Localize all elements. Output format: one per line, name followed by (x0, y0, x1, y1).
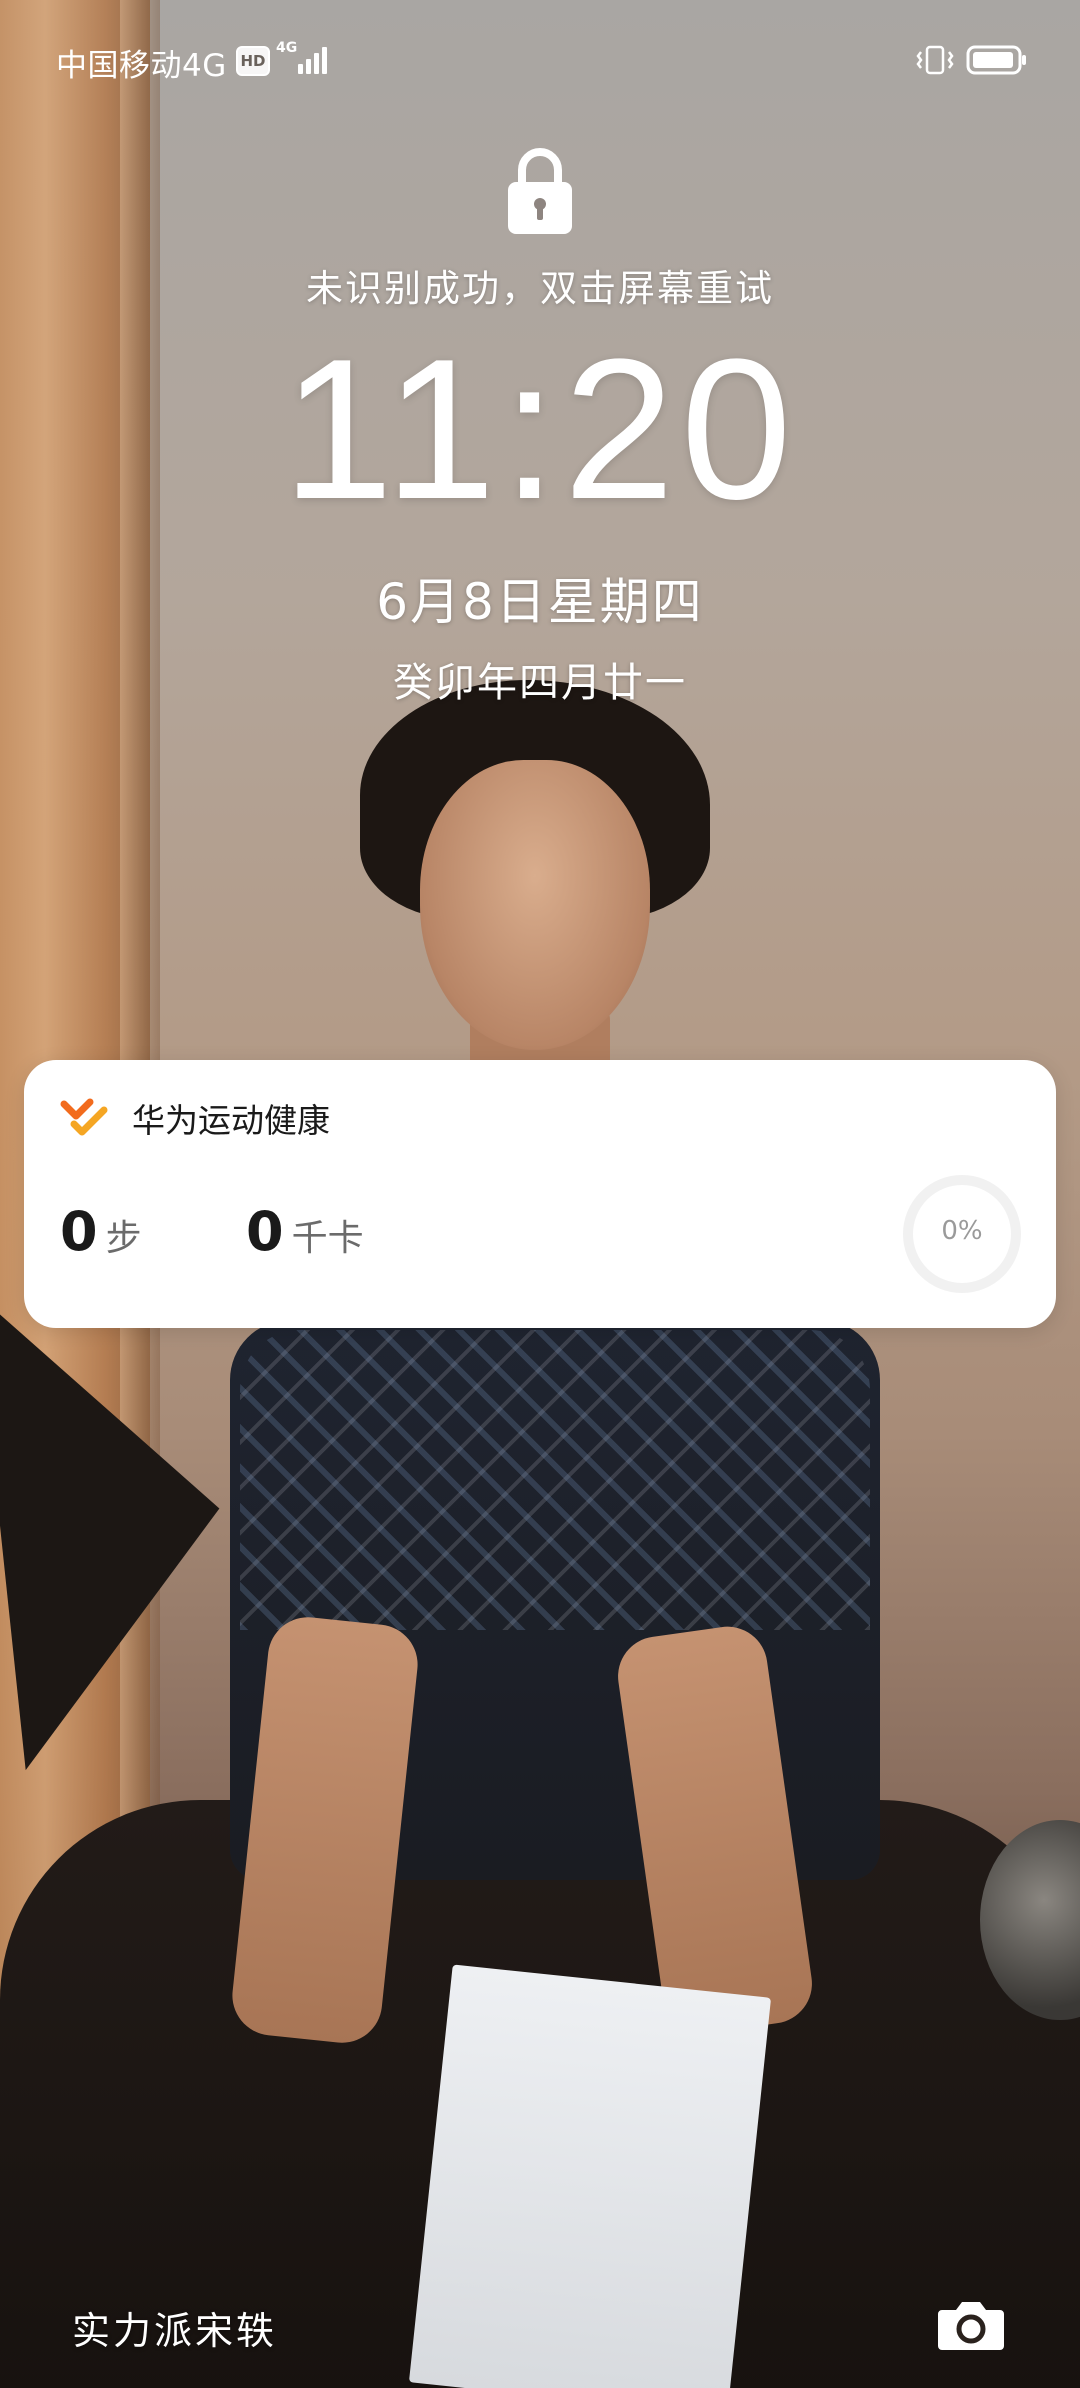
steps-stat: 0步 (60, 1200, 142, 1263)
wallpaper-figure-face (420, 760, 650, 1050)
camera-icon[interactable] (936, 2296, 1006, 2352)
wallpaper-paper-sheet (408, 1964, 772, 2388)
date-text: 6月8日星期四 (376, 573, 704, 631)
widget-title: 华为运动健康 (132, 1101, 330, 1140)
carrier-label: 中国移动4G (56, 48, 227, 84)
unlock-hint-text: 未识别成功，双击屏幕重试 (306, 267, 774, 310)
status-bar: 中国移动4G HD 4G (0, 0, 1080, 120)
lock-screen-signature: 实力派宋轶 (72, 2309, 278, 2353)
vibrate-icon (916, 45, 954, 75)
wallpaper-music-stand (0, 1269, 245, 1771)
hd-badge: HD (236, 46, 270, 76)
huawei-health-logo-icon (60, 1098, 108, 1136)
wallpaper-shirt-pattern (240, 1330, 870, 1630)
lock-screen[interactable]: 中国移动4G HD 4G 未识别成功，双击屏幕重试 11:20 6月8日星期四 … (0, 0, 1080, 2388)
steps-value: 0 (60, 1200, 98, 1263)
health-widget[interactable]: 华为运动健康 0步 0 千卡 0% (24, 1060, 1056, 1328)
progress-label: 0% (941, 1216, 983, 1246)
steps-unit: 步 (105, 1218, 142, 1259)
lock-icon[interactable] (506, 146, 574, 236)
network-type-label: 4G (276, 40, 298, 56)
calories-value: 0 (246, 1200, 284, 1263)
calories-stat: 0 千卡 (246, 1200, 364, 1263)
signal-icon (298, 42, 332, 74)
battery-icon (966, 45, 1026, 75)
lunar-date-text: 癸卯年四月廿一 (393, 660, 687, 706)
calories-unit: 千卡 (291, 1218, 364, 1259)
clock-time: 11:20 (282, 318, 798, 541)
